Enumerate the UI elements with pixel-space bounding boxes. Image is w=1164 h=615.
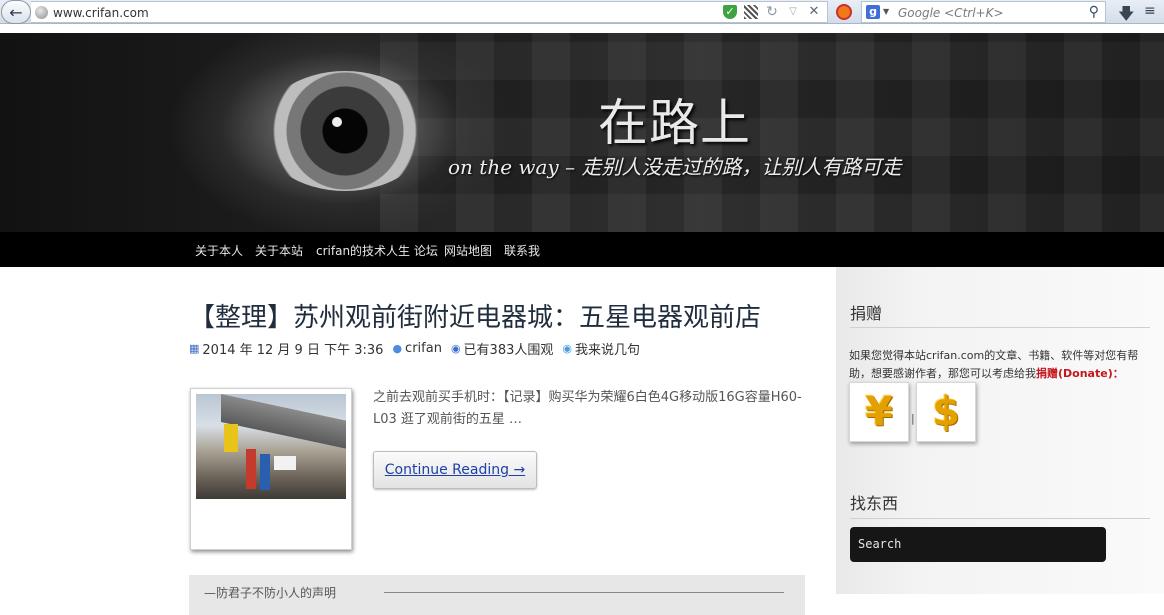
main-content: 【整理】苏州观前街附近电器城：五星电器观前店 ▦ 2014 年 12 月 9 日… xyxy=(0,267,836,615)
magnifier-icon[interactable]: ⚲ xyxy=(1089,4,1099,20)
post-author[interactable]: crifan xyxy=(405,341,442,356)
main-nav: 关于本人 关于本站 crifan的技术人生 论坛 网站地图 联系我 xyxy=(0,232,1164,267)
url-text[interactable]: www.crifan.com xyxy=(53,6,149,20)
eye-image xyxy=(260,71,430,191)
continue-reading-button[interactable]: Continue Reading → xyxy=(373,451,537,489)
browser-search-box[interactable]: g ▼ Google <Ctrl+K> ⚲ xyxy=(861,1,1106,23)
dollar-donate-icon[interactable]: $ xyxy=(916,382,976,442)
user-icon: ● xyxy=(392,342,403,355)
comment-bubble-icon: ◉ xyxy=(562,342,572,355)
search-heading: 找东西 xyxy=(850,494,899,513)
post-thumbnail[interactable] xyxy=(190,388,352,550)
browser-search-placeholder[interactable]: Google <Ctrl+K> xyxy=(898,6,1004,20)
sidebar: 捐赠 如果您觉得本站crifan.com的文章、书籍、软件等对您有帮助，想要感谢… xyxy=(836,267,1164,594)
google-icon[interactable]: g xyxy=(866,5,880,19)
post-meta: ▦ 2014 年 12 月 9 日 下午 3:36 ● crifan ◉ 已有3… xyxy=(189,339,649,358)
post-views: 已有383人围观 xyxy=(463,343,554,358)
views-eye-icon: ◉ xyxy=(450,342,461,355)
download-icon[interactable]: 🡇 xyxy=(1118,3,1134,30)
site-header: 在路上 on the way – 走别人没走过的路，让别人有路可走 xyxy=(0,33,1164,232)
menu-icon[interactable]: ≡ xyxy=(1144,3,1156,19)
thumbnail-photo xyxy=(196,394,346,499)
reload-icon[interactable]: ↻ xyxy=(765,5,779,19)
site-title[interactable]: 在路上 xyxy=(598,83,751,155)
donate-divider xyxy=(850,327,1150,328)
yuan-donate-icon[interactable]: ¥ xyxy=(849,382,909,442)
address-bar-icons: ✓ ↻ ▽ ✕ xyxy=(723,5,821,19)
declaration-divider xyxy=(384,592,784,593)
post-excerpt: 之前去观前买手机时：【记录】购买华为荣耀6白色4G移动版16G容量H60-L03… xyxy=(373,390,802,427)
engine-dropdown-icon[interactable]: ▼ xyxy=(883,7,889,16)
dropdown-arrow-icon[interactable]: ▽ xyxy=(786,5,800,19)
declaration-box: —防君子不防小人的声明 xyxy=(189,575,805,615)
header-background-tiles xyxy=(380,33,1164,232)
shield-icon[interactable]: ✓ xyxy=(723,5,737,19)
address-bar[interactable]: www.crifan.com ✓ ↻ ▽ ✕ xyxy=(31,1,828,23)
noscript-icon[interactable] xyxy=(836,4,852,20)
declaration-text: —防君子不防小人的声明 xyxy=(204,586,337,600)
nav-item-about-site[interactable]: 关于本站 xyxy=(255,242,303,259)
globe-icon xyxy=(35,6,48,19)
post-comment-link[interactable]: 我来说几句 xyxy=(575,339,640,358)
sidebar-search-placeholder[interactable]: Search xyxy=(858,537,901,551)
search-divider xyxy=(850,518,1150,519)
site-subtitle: on the way – 走别人没走过的路，让别人有路可走 xyxy=(448,155,902,179)
nav-item-forum[interactable]: crifan的技术人生 论坛 xyxy=(316,242,438,259)
browser-toolbar: ← www.crifan.com ✓ ↻ ▽ ✕ g ▼ Google <Ctr… xyxy=(0,0,1164,24)
eye-highlight xyxy=(332,117,342,127)
donate-text: 如果您觉得本站crifan.com的文章、书籍、软件等对您有帮助，想要感谢作者，… xyxy=(849,347,1155,383)
sidebar-search-input[interactable]: Search xyxy=(850,527,1106,562)
post-date[interactable]: 2014 年 12 月 9 日 下午 3:36 xyxy=(202,339,383,358)
nav-item-sitemap[interactable]: 网站地图 xyxy=(444,242,492,259)
stop-icon[interactable]: ✕ xyxy=(807,5,821,19)
back-arrow-icon[interactable]: ← xyxy=(1,0,31,24)
qr-code-icon[interactable] xyxy=(744,5,758,19)
donate-separator: | xyxy=(911,412,915,425)
calendar-icon: ▦ xyxy=(189,342,200,355)
donate-heading: 捐赠 xyxy=(850,304,883,323)
nav-item-about-me[interactable]: 关于本人 xyxy=(195,242,243,259)
post-title[interactable]: 【整理】苏州观前街附近电器城：五星电器观前店 xyxy=(189,297,761,334)
donate-link[interactable]: 捐赠(Donate)： xyxy=(1036,367,1124,380)
nav-item-contact[interactable]: 联系我 xyxy=(504,242,540,259)
